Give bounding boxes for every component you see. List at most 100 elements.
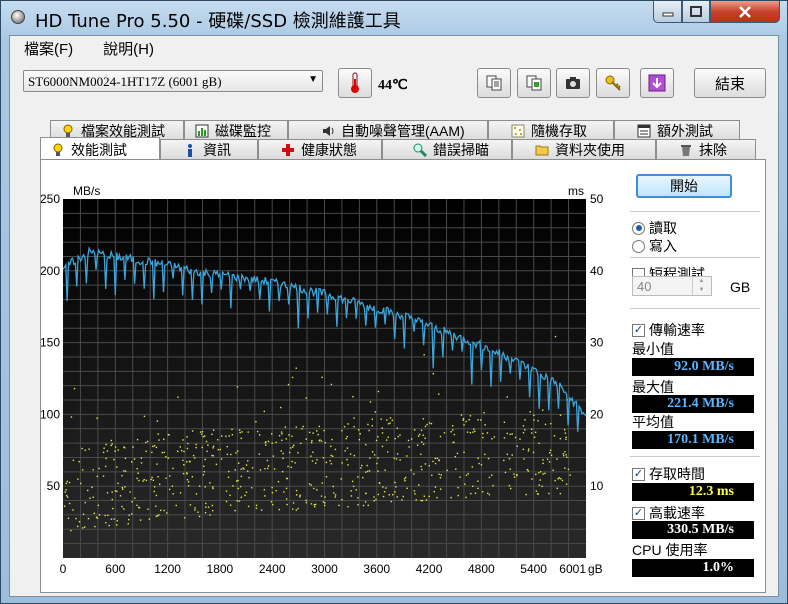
- thermometer-icon: [351, 72, 359, 93]
- access-time-point: [286, 477, 289, 480]
- write-label: 寫入: [649, 238, 677, 254]
- access-time-point: [308, 431, 311, 434]
- access-time-point: [325, 461, 328, 464]
- title-bar[interactable]: HD Tune Pro 5.50 - 硬碟/SSD 檢測維護工具: [1, 1, 787, 35]
- tab-benchmark[interactable]: 效能測試: [40, 137, 160, 161]
- access-time-point: [264, 468, 266, 470]
- access-time-point: [563, 454, 565, 457]
- access-time-point: [209, 482, 211, 484]
- x-tick-label: 3600: [363, 562, 390, 576]
- access-time-point: [438, 459, 440, 461]
- access-time-point: [130, 461, 133, 463]
- menu-help[interactable]: 說明(H): [103, 38, 154, 59]
- maximize-button[interactable]: [682, 1, 710, 23]
- access-time-point: [128, 514, 130, 516]
- read-radio[interactable]: 讀取: [632, 218, 677, 238]
- access-time-point: [523, 458, 525, 460]
- tab-erase[interactable]: 抹除: [656, 139, 756, 159]
- access-time-point: [462, 417, 465, 420]
- access-time-point: [399, 459, 401, 461]
- access-time-point: [334, 494, 337, 496]
- tab-folder-usage[interactable]: 資料夾使用: [512, 139, 656, 159]
- exit-button[interactable]: 結束: [694, 68, 766, 98]
- options-button[interactable]: [596, 68, 630, 98]
- tab-error-scan[interactable]: 錯誤掃瞄: [382, 139, 512, 159]
- close-icon: [739, 5, 751, 18]
- access-time-point: [129, 491, 131, 493]
- copy-image-button[interactable]: [517, 68, 551, 98]
- access-time-point: [544, 423, 547, 426]
- access-time-point: [184, 517, 186, 519]
- access-time-point: [248, 476, 250, 479]
- access-time-point: [325, 476, 328, 478]
- access-time-point: [371, 425, 373, 427]
- tab-disk-monitor[interactable]: 磁碟監控: [184, 120, 288, 140]
- access-time-point: [106, 492, 109, 494]
- access-time-point: [535, 473, 537, 476]
- start-button[interactable]: 開始: [636, 174, 732, 198]
- tab-health[interactable]: 健康狀態: [258, 139, 382, 159]
- access-time-point: [415, 499, 417, 501]
- copy-text-button[interactable]: [477, 68, 511, 98]
- tab-aam[interactable]: 自動噪聲管理(AAM): [288, 120, 488, 140]
- speaker-icon: [323, 125, 334, 136]
- access-time-point: [247, 460, 249, 462]
- menu-file[interactable]: 檔案(F): [24, 38, 73, 59]
- access-time-point: [344, 450, 346, 452]
- burst-rate-checkbox[interactable]: ✓ 高載速率: [632, 503, 705, 523]
- access-time-point: [550, 454, 553, 457]
- save-button[interactable]: [640, 68, 674, 98]
- access-time-point: [548, 452, 551, 454]
- access-time-point: [316, 430, 318, 432]
- access-time-point: [116, 520, 118, 522]
- access-time-point: [186, 447, 189, 450]
- access-time-point: [316, 459, 318, 461]
- access-time-point: [566, 456, 568, 458]
- tab-label: 資料夾使用: [555, 141, 625, 158]
- access-time-point: [473, 428, 475, 430]
- access-time-point: [152, 479, 155, 481]
- access-time-point: [537, 420, 539, 422]
- tab-random-access[interactable]: 隨機存取: [488, 120, 614, 140]
- access-time-point: [78, 460, 80, 463]
- access-time-point: [110, 518, 113, 520]
- access-time-point: [285, 487, 288, 490]
- read-label: 讀取: [649, 220, 677, 236]
- access-time-point: [452, 429, 454, 431]
- temperature-button[interactable]: [338, 68, 372, 98]
- tab-extra-tests[interactable]: 額外測試: [614, 120, 740, 140]
- access-time-point: [291, 435, 293, 437]
- access-time-point: [280, 406, 282, 409]
- access-time-point: [151, 451, 153, 454]
- access-time-checkbox[interactable]: ✓ 存取時間: [632, 464, 705, 484]
- access-time-point: [96, 475, 99, 478]
- close-button[interactable]: [710, 1, 780, 23]
- write-radio[interactable]: 寫入: [632, 236, 677, 256]
- access-time-point: [530, 428, 533, 431]
- access-time-point: [150, 478, 152, 481]
- access-time-point: [564, 432, 567, 434]
- access-time-point: [533, 414, 535, 417]
- access-time-point: [131, 513, 133, 515]
- access-time-point: [157, 475, 159, 478]
- minimize-icon: [662, 12, 673, 16]
- minimize-button[interactable]: [653, 1, 682, 23]
- screenshot-button[interactable]: [556, 68, 590, 98]
- access-time-point: [561, 479, 564, 482]
- access-time-point: [355, 489, 358, 491]
- access-time-point: [211, 509, 214, 512]
- access-time-point: [136, 504, 138, 507]
- tab-info[interactable]: 資訊: [160, 139, 258, 159]
- access-time-point: [80, 482, 82, 485]
- access-time-point: [65, 489, 67, 491]
- access-time-point: [98, 514, 101, 516]
- access-time-point: [231, 434, 234, 436]
- tab-label: 自動噪聲管理(AAM): [341, 122, 465, 139]
- gb-spinner[interactable]: ▲ ▼: [692, 277, 710, 295]
- access-time-point: [212, 445, 215, 448]
- x-tick-label: 1200: [154, 562, 181, 576]
- transfer-rate-checkbox[interactable]: ✓ 傳輸速率: [632, 320, 705, 340]
- access-time-point: [374, 411, 377, 413]
- download-arrow-icon: [648, 74, 666, 92]
- drive-select[interactable]: ST6000NM0024-1HT17Z (6001 gB) ▼: [23, 70, 323, 92]
